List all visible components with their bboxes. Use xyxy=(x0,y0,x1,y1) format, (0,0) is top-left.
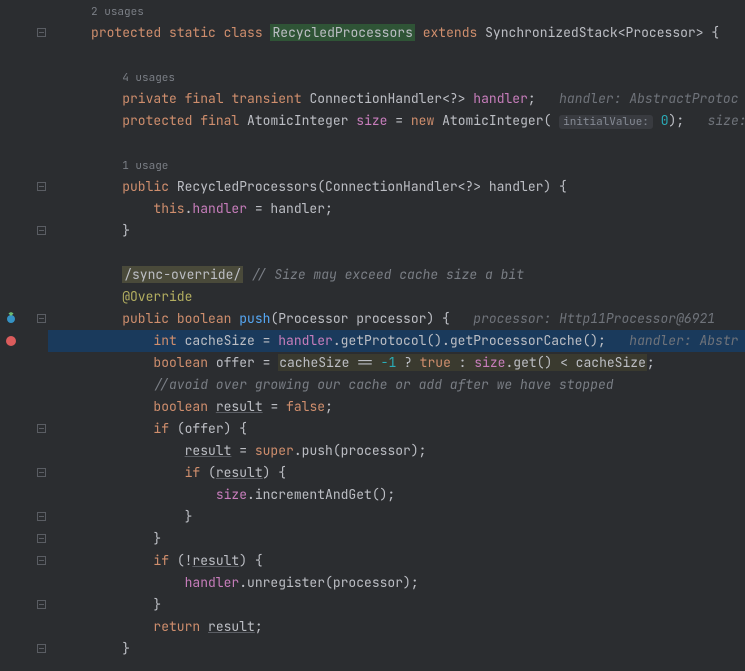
gutter xyxy=(0,0,48,671)
code-area[interactable]: 2 usages protected static class Recycled… xyxy=(48,0,745,671)
fold-icon[interactable] xyxy=(37,512,46,521)
usages-hint[interactable]: 1 usage xyxy=(122,159,168,173)
inlay-hint: processor: Http11Processor@6921 xyxy=(473,310,715,327)
param-hint: initialValue: xyxy=(559,115,653,129)
fold-icon[interactable] xyxy=(37,534,46,543)
fold-icon[interactable] xyxy=(37,182,46,191)
fold-icon[interactable] xyxy=(37,424,46,433)
fold-icon[interactable] xyxy=(37,28,46,37)
fold-icon[interactable] xyxy=(37,314,46,323)
fold-icon[interactable] xyxy=(37,226,46,235)
fold-icon[interactable] xyxy=(37,556,46,565)
fold-icon[interactable] xyxy=(37,644,46,653)
fold-icon[interactable] xyxy=(37,468,46,477)
usages-hint[interactable]: 2 usages xyxy=(91,5,144,19)
fold-icon[interactable] xyxy=(37,600,46,609)
inlay-hint: handler: AbstractProtoc xyxy=(559,90,738,107)
debug-step-icon[interactable] xyxy=(4,312,18,326)
class-name: RecycledProcessors xyxy=(270,24,414,41)
override-annotation: @Override xyxy=(122,288,192,305)
code-editor[interactable]: 2 usages protected static class Recycled… xyxy=(0,0,745,671)
usages-hint[interactable]: 4 usages xyxy=(122,71,175,85)
inlay-hint: handler: Abstr xyxy=(629,332,738,349)
method-push: push xyxy=(239,310,270,327)
breakpoint-icon[interactable] xyxy=(4,334,18,348)
current-execution-line: int cacheSize = handler.getProtocol().ge… xyxy=(48,330,745,352)
sync-override-tag: /sync-override/ xyxy=(122,266,243,283)
inlay-hint: size: "0 xyxy=(708,112,745,129)
